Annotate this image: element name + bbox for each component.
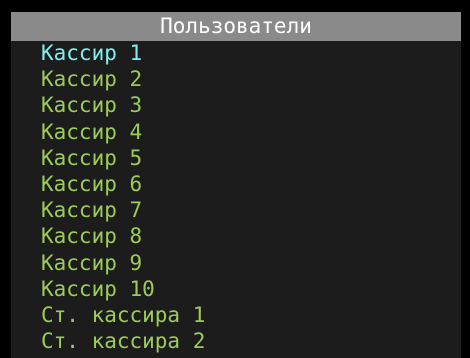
- title-bar: Пользователи: [11, 12, 461, 41]
- user-list-item[interactable]: Кассир 8: [41, 225, 205, 251]
- panel-title: Пользователи: [160, 14, 312, 38]
- users-panel: Пользователи Кассир 1 Кассир 2 Кассир 3 Кас…: [11, 12, 461, 358]
- user-list-item[interactable]: Кассир 1: [41, 42, 205, 68]
- user-list-item[interactable]: Кассир 10: [41, 278, 205, 304]
- user-list-item[interactable]: Кассир 4: [41, 120, 205, 147]
- user-list-item[interactable]: Кассир 5: [41, 147, 205, 173]
- user-list: Кассир 1 Кассир 2 Кассир 3 Кассир 4 Кассир 5…: [41, 42, 205, 356]
- user-list-item[interactable]: Ст. кассира 1: [41, 304, 205, 330]
- screen: Пользователи Кассир 1 Кассир 2 Кассир 3 Кас…: [0, 0, 470, 358]
- user-list-item[interactable]: Кассир 9: [41, 251, 205, 278]
- user-list-item[interactable]: Кассир 6: [41, 173, 205, 199]
- user-list-item[interactable]: Кассир 2: [41, 68, 205, 94]
- user-list-item[interactable]: Ст. кассира 2: [41, 330, 205, 356]
- user-list-item[interactable]: Кассир 3: [41, 94, 205, 120]
- user-list-item[interactable]: Кассир 7: [41, 199, 205, 225]
